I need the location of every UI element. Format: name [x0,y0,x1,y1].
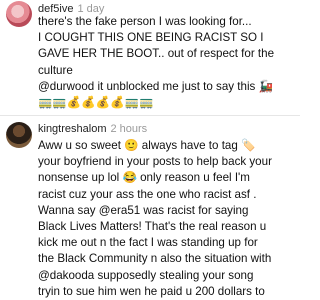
comment-line: Wanna say @era51 was racist for saying [38,203,249,217]
comment-line: kick me out n the fact I was standing up… [38,236,258,250]
comment-line: Aww u so sweet 🙂 always have to tag 🏷️ [38,139,256,152]
comment-line: culture [38,63,73,77]
comment: kingtreshalom 2 hours Aww u so sweet 🙂 al… [0,118,300,300]
comment-line: tryin to sue him wen he paid u 200 dolla… [38,284,265,298]
comment-line: 🚃🚃💰💰💰💰🚃🚃 [38,96,154,110]
comment-line: racist cuz your ass the one who racist a… [38,187,257,201]
comment-line: Black Lives Matters! That's the real rea… [38,220,267,234]
comment-line: nonsense up lol 😂 only reason u feel I'm [38,171,250,185]
comment-line: there's the fake person I was looking fo… [38,15,252,28]
timestamp: 2 hours [110,123,148,135]
comment-text: Aww u so sweet 🙂 always have to tag 🏷️ y… [38,138,298,300]
username[interactable]: kingtreshalom [38,123,106,135]
comment-line: I COUGHT THIS ONE BEING RACIST SO I [38,31,264,45]
comment: def5ive 1 day there's the fake person I w… [0,0,300,114]
comment-line: GAVE HER THE BOOT.. out of respect for t… [38,47,275,61]
divider [0,115,300,116]
avatar[interactable] [6,1,32,27]
comment-text: there's the fake person I was looking fo… [38,14,298,111]
comment-header: kingtreshalom 2 hours [38,123,147,135]
comment-line: @dakooda supposedly stealing your song [38,268,254,282]
comment-line: the Black Community n also the situation… [38,252,272,266]
comment-line: @durwood it unblocked me just to say thi… [38,79,273,93]
avatar[interactable] [6,122,32,148]
comment-line: your boyfriend in your posts to help bac… [38,155,272,169]
